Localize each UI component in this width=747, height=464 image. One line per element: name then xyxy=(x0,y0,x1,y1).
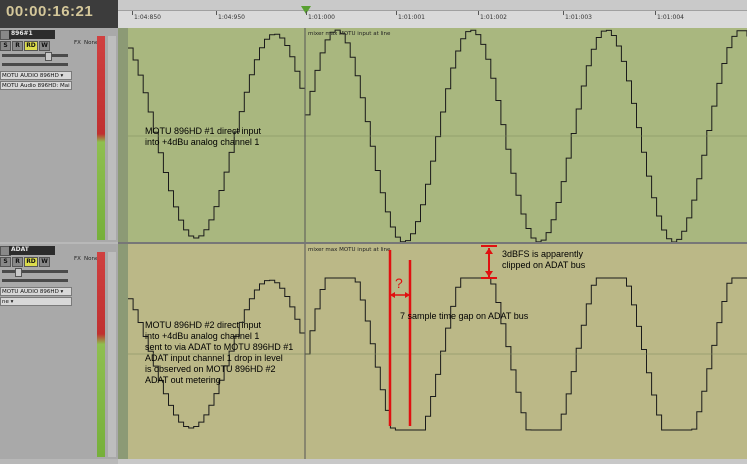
track1-name[interactable]: 896#1 xyxy=(9,30,55,39)
track1-write-button[interactable]: W xyxy=(39,41,50,51)
track2-waveform-lane[interactable]: mixer max MOTU input at line ? MOTU 896H… xyxy=(118,244,747,459)
track2-volume-slider[interactable] xyxy=(2,270,68,273)
track1-output-select[interactable]: MOTU Audio 896HD: Mai ▾ xyxy=(0,81,72,90)
ruler-tick-label: 1:01:004 xyxy=(657,14,684,21)
track1-record-button[interactable]: R xyxy=(12,41,23,51)
track2-volume-knob[interactable] xyxy=(15,268,22,277)
track2-pan-slider[interactable] xyxy=(2,279,68,282)
track1-pan-slider[interactable] xyxy=(2,63,68,66)
track-header-1: 896#1 S R RD W MOTU AUDIO 896HD ▾ MOTU A… xyxy=(0,28,119,242)
track2-level-meter xyxy=(97,252,105,457)
ruler-tick-mark xyxy=(306,11,307,15)
ruler-tick-label: 1:01:003 xyxy=(565,14,592,21)
track1-input-select[interactable]: MOTU AUDIO 896HD ▾ xyxy=(0,71,72,80)
track1-fx-label: FX xyxy=(74,40,81,46)
clip-annotation: 3dBFS is apparently clipped on ADAT bus xyxy=(502,249,586,270)
track2-annotation: MOTU 896HD #2 direct input into +4dBu an… xyxy=(145,320,294,385)
ruler-tick-label: 1:01:000 xyxy=(308,14,335,21)
track2-solo-button[interactable]: S xyxy=(0,257,11,267)
track2-output-select[interactable]: ne ▾ xyxy=(0,297,72,306)
track2-write-button[interactable]: W xyxy=(39,257,50,267)
track2-meter-scale xyxy=(108,252,116,457)
ruler-tick-label: 1:01:002 xyxy=(480,14,507,21)
track1-read-button[interactable]: RD xyxy=(24,41,38,51)
time-counter-value: 00:00:16:21 xyxy=(6,3,94,20)
ruler-tick-label: 1:01:001 xyxy=(398,14,425,21)
ruler-tick-mark xyxy=(216,11,217,15)
ruler-tick-mark xyxy=(132,11,133,15)
clip-arrow-top-head xyxy=(485,248,493,254)
timeline-ruler[interactable]: 1:04:850 1:04:950 1:01:000 1:01:001 1:01:002… xyxy=(118,0,747,29)
gap-annotation: 7 sample time gap on ADAT bus xyxy=(400,311,529,321)
track-header-2: ADAT S R RD W MOTU AUDIO 896HD ▾ ne ▾ FX… xyxy=(0,244,119,459)
track1-solo-button[interactable]: S xyxy=(0,41,11,51)
ruler-tick-mark xyxy=(478,11,479,15)
ruler-tick-mark xyxy=(563,11,564,15)
time-counter: 00:00:16:21 xyxy=(0,0,118,28)
ruler-tick-mark xyxy=(655,11,656,15)
ruler-tick-label: 1:04:950 xyxy=(218,14,245,21)
track2-record-button[interactable]: R xyxy=(12,257,23,267)
ruler-band xyxy=(118,0,747,11)
track2-name[interactable]: ADAT xyxy=(9,246,55,255)
ruler-tick-mark xyxy=(396,11,397,15)
track1-level-meter xyxy=(97,36,105,240)
track1-volume-slider[interactable] xyxy=(2,54,68,57)
horizontal-scrollbar[interactable] xyxy=(118,459,747,464)
track1-annotation: MOTU 896HD #1 direct input into +4dBu an… xyxy=(145,126,262,147)
track1-meter-scale xyxy=(108,36,116,240)
track2-read-button[interactable]: RD xyxy=(24,257,38,267)
track2-fx-label: FX xyxy=(74,256,81,262)
track1-volume-knob[interactable] xyxy=(45,52,52,61)
gap-question-mark: ? xyxy=(395,275,403,291)
track2-input-select[interactable]: MOTU AUDIO 896HD ▾ xyxy=(0,287,72,296)
clip-arrow-bottom-head xyxy=(485,271,493,277)
ruler-tick-label: 1:04:850 xyxy=(134,14,161,21)
track1-waveform-lane[interactable]: mixer max MOTU input at line MOTU 896HD … xyxy=(118,28,747,244)
